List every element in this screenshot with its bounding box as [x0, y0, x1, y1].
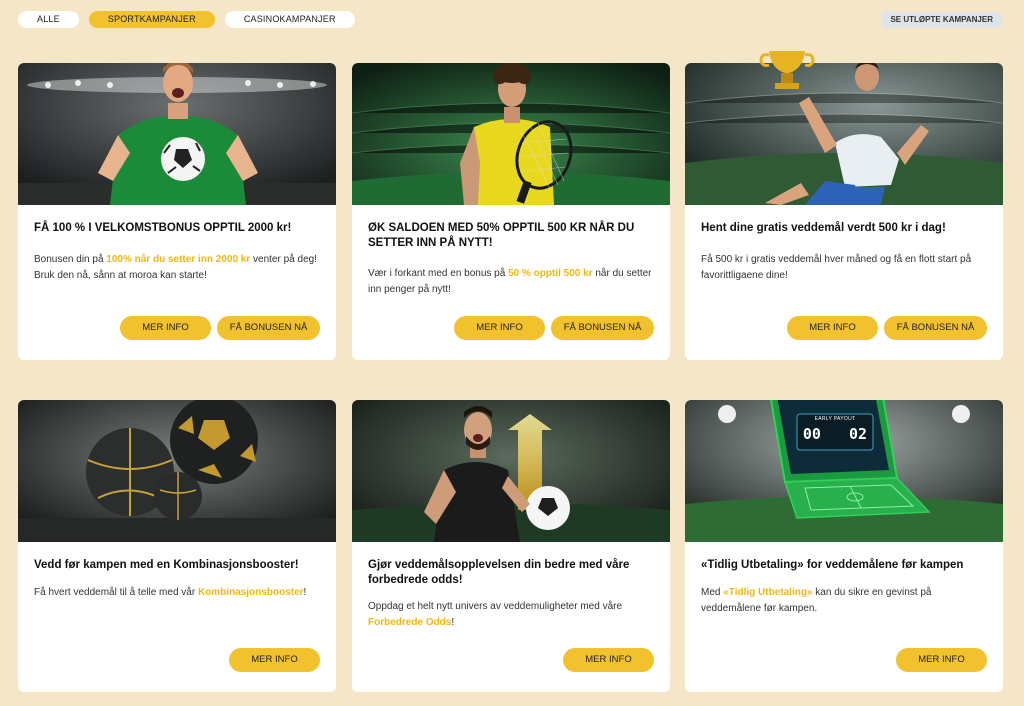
promo-description: Få 500 kr i gratis veddemål hver måned o… — [701, 253, 972, 281]
more-info-button[interactable]: MER INFO — [896, 648, 987, 672]
filter-casino[interactable]: CASINOKAMPANJER — [224, 11, 355, 28]
promo-image-laptop-scoreboard: EARLY PAYOUT 00 02 — [685, 400, 1003, 542]
promo-title: Hent dine gratis veddemål verdt 500 kr i… — [701, 222, 946, 234]
promo-title: Vedd før kampen med en Kombinasjonsboost… — [34, 559, 299, 571]
promo-card-combo-booster: Vedd før kampen med en Kombinasjonsboost… — [18, 400, 336, 692]
promo-card-reload: ØK SALDOEN MED 50% OPPTIL 500 KR NÅR DU … — [352, 63, 670, 360]
promo-highlight: 50 % opptil 500 kr — [508, 268, 593, 279]
expired-campaigns-button[interactable]: SE UTLØPTE KAMPANJER — [881, 12, 1002, 28]
more-info-button[interactable]: MER INFO — [120, 316, 211, 340]
promo-card-free-bets: Hent dine gratis veddemål verdt 500 kr i… — [685, 51, 1003, 360]
promo-image-tennis-player — [352, 63, 670, 205]
promo-highlight: 100% når du setter inn 2000 kr — [106, 253, 251, 265]
more-info-button[interactable]: MER INFO — [229, 648, 320, 672]
promo-image-balls — [18, 400, 336, 542]
more-info-button[interactable]: MER INFO — [787, 316, 878, 340]
promo-card-enhanced-odds: Gjør veddemålsopplevelsen din bedre med … — [352, 400, 670, 692]
promo-description: Med «Tidlig Utbetaling» kan du sikre en … — [701, 586, 932, 614]
promo-title: FÅ 100 % I VELKOMSTBONUS OPPTIL 2000 kr! — [34, 222, 292, 234]
promo-card-welcome: FÅ 100 % I VELKOMSTBONUS OPPTIL 2000 kr!… — [18, 63, 336, 360]
promo-description: Få hvert veddemål til å telle med vår Ko… — [34, 586, 307, 598]
filter-all[interactable]: ALLE — [18, 11, 79, 28]
scoreboard-home: 00 — [802, 425, 821, 443]
promo-image-cheering-player — [352, 400, 670, 542]
promo-description: Bonusen din på 100% når du setter inn 20… — [34, 253, 317, 281]
promo-image-football-player — [18, 63, 336, 205]
scoreboard-away: 02 — [849, 425, 868, 443]
get-bonus-button[interactable]: FÅ BONUSEN NÅ — [551, 316, 654, 340]
promo-title: Gjør veddemålsopplevelsen din bedre med … — [368, 559, 630, 586]
promo-description: Oppdag et helt nytt univers av veddemuli… — [368, 601, 623, 628]
promo-title: «Tidlig Utbetaling» for veddemålene før … — [701, 559, 964, 571]
promo-title: ØK SALDOEN MED 50% OPPTIL 500 KR NÅR DU … — [368, 222, 635, 249]
filter-sport[interactable]: SPORTKAMPANJER — [88, 11, 215, 28]
promo-highlight: Forbedrede Odds — [368, 617, 452, 628]
promo-card-early-payout: EARLY PAYOUT 00 02 «Tidlig Utbetaling» f… — [685, 400, 1003, 692]
more-info-button[interactable]: MER INFO — [563, 648, 654, 672]
promo-highlight: Kombinasjonsbooster — [197, 586, 304, 598]
scoreboard: EARLY PAYOUT 00 02 — [797, 414, 873, 450]
promo-highlight: «Tidlig Utbetaling» — [723, 586, 813, 598]
promo-description: Vær i forkant med en bonus på 50 % oppti… — [368, 268, 652, 295]
promo-image-trophy-player — [685, 51, 1003, 205]
get-bonus-button[interactable]: FÅ BONUSEN NÅ — [217, 316, 320, 340]
get-bonus-button[interactable]: FÅ BONUSEN NÅ — [884, 316, 987, 340]
filter-bar: ALLE SPORTKAMPANJER CASINOKAMPANJER — [18, 11, 355, 28]
more-info-button[interactable]: MER INFO — [454, 316, 545, 340]
